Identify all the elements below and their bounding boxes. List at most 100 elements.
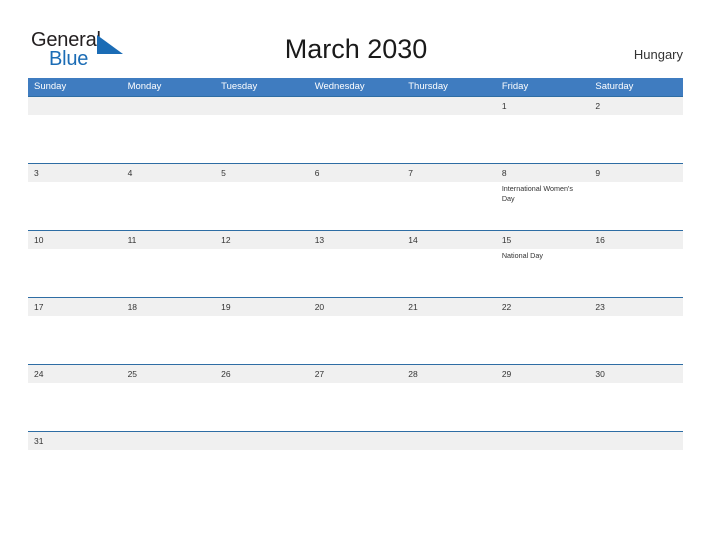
week-event-band [28, 115, 683, 163]
day-number[interactable]: 23 [589, 298, 683, 316]
day-number[interactable]: 18 [122, 298, 216, 316]
day-number[interactable] [309, 432, 403, 450]
country-label: Hungary [633, 47, 683, 62]
day-event [309, 249, 403, 297]
day-event [402, 249, 496, 297]
day-number[interactable] [589, 432, 683, 450]
day-number[interactable]: 8 [496, 164, 590, 182]
day-number[interactable]: 28 [402, 365, 496, 383]
day-number[interactable] [122, 97, 216, 115]
day-number[interactable]: 15 [496, 231, 590, 249]
calendar-page: General Blue March 2030 Hungary Sunday M… [0, 0, 712, 550]
week-row: 3 4 5 6 7 8 9 International Women's Day [28, 163, 683, 230]
day-number[interactable]: 21 [402, 298, 496, 316]
week-event-band: International Women's Day [28, 182, 683, 230]
day-number[interactable]: 25 [122, 365, 216, 383]
day-number[interactable]: 24 [28, 365, 122, 383]
week-date-band: 10 11 12 13 14 15 16 [28, 231, 683, 249]
day-event [496, 316, 590, 364]
day-event [402, 383, 496, 431]
page-title: March 2030 [284, 34, 428, 64]
week-event-band [28, 450, 683, 478]
day-number[interactable]: 4 [122, 164, 216, 182]
day-number[interactable]: 31 [28, 432, 122, 450]
day-event [589, 316, 683, 364]
day-number[interactable]: 26 [215, 365, 309, 383]
day-number[interactable]: 6 [309, 164, 403, 182]
day-event [589, 182, 683, 230]
day-event [122, 450, 216, 478]
day-event [589, 383, 683, 431]
day-number[interactable]: 22 [496, 298, 590, 316]
day-event [402, 115, 496, 163]
day-number[interactable]: 3 [28, 164, 122, 182]
day-event [215, 182, 309, 230]
day-event [589, 249, 683, 297]
day-number[interactable]: 5 [215, 164, 309, 182]
day-number[interactable] [309, 97, 403, 115]
day-event [28, 115, 122, 163]
day-number[interactable]: 9 [589, 164, 683, 182]
day-event [28, 450, 122, 478]
calendar-grid: Sunday Monday Tuesday Wednesday Thursday… [28, 78, 683, 478]
day-event [28, 316, 122, 364]
day-event [122, 182, 216, 230]
day-number[interactable] [402, 432, 496, 450]
day-event [309, 450, 403, 478]
weekday-header-monday: Monday [127, 81, 162, 92]
week-date-band: 24 25 26 27 28 29 30 [28, 365, 683, 383]
day-number[interactable] [402, 97, 496, 115]
day-event [122, 383, 216, 431]
day-event [589, 115, 683, 163]
day-event [402, 316, 496, 364]
day-number[interactable] [215, 97, 309, 115]
day-number[interactable]: 13 [309, 231, 403, 249]
day-number[interactable]: 16 [589, 231, 683, 249]
day-number[interactable] [215, 432, 309, 450]
page-header: General Blue March 2030 Hungary [0, 0, 712, 78]
weekday-header-tuesday: Tuesday [221, 81, 258, 92]
day-number[interactable]: 17 [28, 298, 122, 316]
day-number[interactable]: 11 [122, 231, 216, 249]
day-event [122, 115, 216, 163]
weekday-header-wednesday: Wednesday [314, 81, 365, 92]
week-row: 31 [28, 431, 683, 478]
day-event [28, 383, 122, 431]
day-number[interactable]: 14 [402, 231, 496, 249]
day-event: International Women's Day [501, 184, 573, 203]
day-event [215, 115, 309, 163]
day-number[interactable]: 12 [215, 231, 309, 249]
week-date-band: 1 2 [28, 97, 683, 115]
day-event [215, 249, 309, 297]
week-date-band: 31 [28, 432, 683, 450]
day-number[interactable]: 30 [589, 365, 683, 383]
weekday-header-saturday: Saturday [595, 81, 634, 92]
day-number[interactable] [28, 97, 122, 115]
day-number[interactable]: 19 [215, 298, 309, 316]
day-event [402, 450, 496, 478]
day-number[interactable] [496, 432, 590, 450]
day-event [309, 383, 403, 431]
day-number[interactable]: 2 [589, 97, 683, 115]
day-event [402, 182, 496, 230]
day-event [28, 182, 122, 230]
day-number[interactable]: 7 [402, 164, 496, 182]
day-number[interactable]: 29 [496, 365, 590, 383]
day-number[interactable]: 20 [309, 298, 403, 316]
week-row: 17 18 19 20 21 22 23 [28, 297, 683, 364]
week-date-band: 3 4 5 6 7 8 9 [28, 164, 683, 182]
day-event [215, 316, 309, 364]
day-number[interactable]: 1 [496, 97, 590, 115]
day-event [309, 115, 403, 163]
week-event-band: National Day [28, 249, 683, 297]
day-event [28, 249, 122, 297]
week-row: 24 25 26 27 28 29 30 [28, 364, 683, 431]
day-number[interactable] [122, 432, 216, 450]
week-event-band [28, 316, 683, 364]
day-event [215, 383, 309, 431]
day-number[interactable]: 27 [309, 365, 403, 383]
day-event [215, 450, 309, 478]
day-event [496, 115, 590, 163]
day-number[interactable]: 10 [28, 231, 122, 249]
week-date-band: 17 18 19 20 21 22 23 [28, 298, 683, 316]
